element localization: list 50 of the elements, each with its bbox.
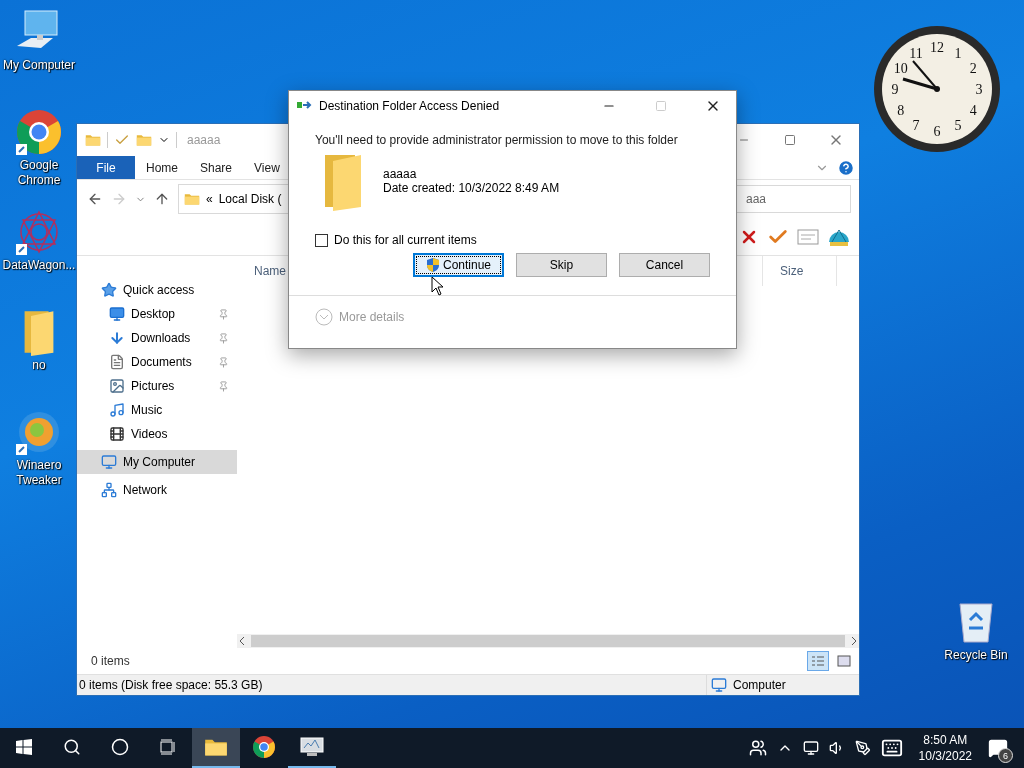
clock-numeral: 12 <box>930 40 944 55</box>
clock-numeral: 2 <box>969 61 977 76</box>
nav-item[interactable]: Quick access <box>77 278 237 302</box>
item-date: Date created: 10/3/2022 8:49 AM <box>383 181 560 195</box>
desktop-icon-label[interactable]: no <box>0 358 78 373</box>
clock-numeral: 4 <box>969 103 977 118</box>
window-title: aaaaa <box>187 133 221 147</box>
nav-item[interactable]: Music <box>77 398 237 422</box>
ribbon-tab[interactable]: File <box>77 156 135 179</box>
column-header[interactable]: Size <box>763 256 837 286</box>
ribbon-tab[interactable]: Home <box>135 156 189 179</box>
dialog-title: Destination Folder Access Denied <box>319 99 500 113</box>
address-text: Local Disk ( <box>218 192 282 206</box>
clock-numeral: 11 <box>909 45 923 61</box>
desktop-icon-label[interactable]: My Computer <box>0 58 78 73</box>
dialog-message: You'll need to provide administrator permission to move to this folder <box>315 133 679 147</box>
notification-count: 6 <box>998 748 1013 763</box>
dialog-button[interactable]: Continue <box>413 253 504 277</box>
time-text: 8:50 AM <box>923 732 968 748</box>
date-text: 10/3/2022 <box>918 748 972 764</box>
nav-item[interactable]: Documents <box>77 350 237 374</box>
nav-item[interactable]: Desktop <box>77 302 237 326</box>
checkbox-label[interactable]: Do this for all current items <box>334 233 477 247</box>
ribbon-tab[interactable]: Share <box>189 156 244 179</box>
nav-item[interactable]: My Computer <box>77 450 237 474</box>
clock-numeral: 6 <box>933 124 941 139</box>
breadcrumb-overflow[interactable]: « <box>206 192 213 206</box>
desktop-icon-label[interactable]: Recycle Bin <box>937 648 1015 663</box>
status-text: 0 items (Disk free space: 55.3 GB) <box>79 678 263 692</box>
nav-item[interactable]: Videos <box>77 422 237 446</box>
clock-numeral: 3 <box>975 82 983 97</box>
desktop-icon-label[interactable]: DataWagon... <box>0 258 78 273</box>
desktop-icon-label[interactable]: Winaero Tweaker <box>0 458 78 488</box>
dialog-button[interactable]: Cancel <box>619 253 710 277</box>
clock-numeral: 5 <box>954 118 962 134</box>
item-name: aaaaa <box>383 167 418 181</box>
clock-numeral: 1 <box>954 45 962 61</box>
clock[interactable]: 8:50 AM 10/3/2022 <box>912 732 978 764</box>
clock-numeral: 7 <box>912 118 920 134</box>
status-location: Computer <box>733 678 786 692</box>
item-count: 0 items <box>91 654 130 668</box>
desktop-icon-label[interactable]: Google Chrome <box>0 158 78 188</box>
nav-item[interactable]: Pictures <box>77 374 237 398</box>
nav-item[interactable]: Network <box>77 478 237 502</box>
clock-numeral: 9 <box>891 82 899 97</box>
dialog-button[interactable]: Skip <box>516 253 607 277</box>
clock-numeral: 8 <box>897 103 905 118</box>
clock-numeral: 10 <box>893 61 908 76</box>
nav-item[interactable]: Downloads <box>77 326 237 350</box>
ribbon-tab[interactable]: View <box>243 156 291 179</box>
